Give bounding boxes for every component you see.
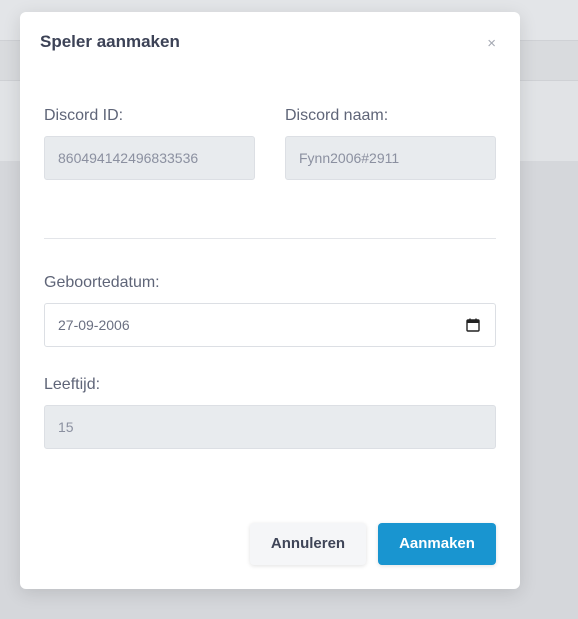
discord-id-label: Discord ID: xyxy=(44,107,124,124)
discord-name-field[interactable]: Fynn2006#2911 xyxy=(285,136,496,180)
age-label: Leeftijd: xyxy=(44,376,101,393)
cancel-button[interactable]: Annuleren xyxy=(250,523,366,565)
discord-id-field[interactable]: 860494142496833536 xyxy=(44,136,255,180)
modal-title: Speler aanmaken xyxy=(40,32,180,51)
divider xyxy=(44,238,496,239)
create-button[interactable]: Aanmaken xyxy=(378,523,496,565)
age-field[interactable]: 15 xyxy=(44,405,496,449)
birthdate-input[interactable]: 27-09-2006 xyxy=(44,303,496,347)
birthdate-value: 27-09-2006 xyxy=(58,317,130,333)
birthdate-label: Geboortedatum: xyxy=(44,274,160,291)
close-icon[interactable]: × xyxy=(487,35,496,53)
calendar-icon[interactable] xyxy=(466,318,480,332)
create-player-modal: Speler aanmaken × Discord ID: 8604941424… xyxy=(20,12,520,589)
discord-name-label: Discord naam: xyxy=(285,107,389,124)
